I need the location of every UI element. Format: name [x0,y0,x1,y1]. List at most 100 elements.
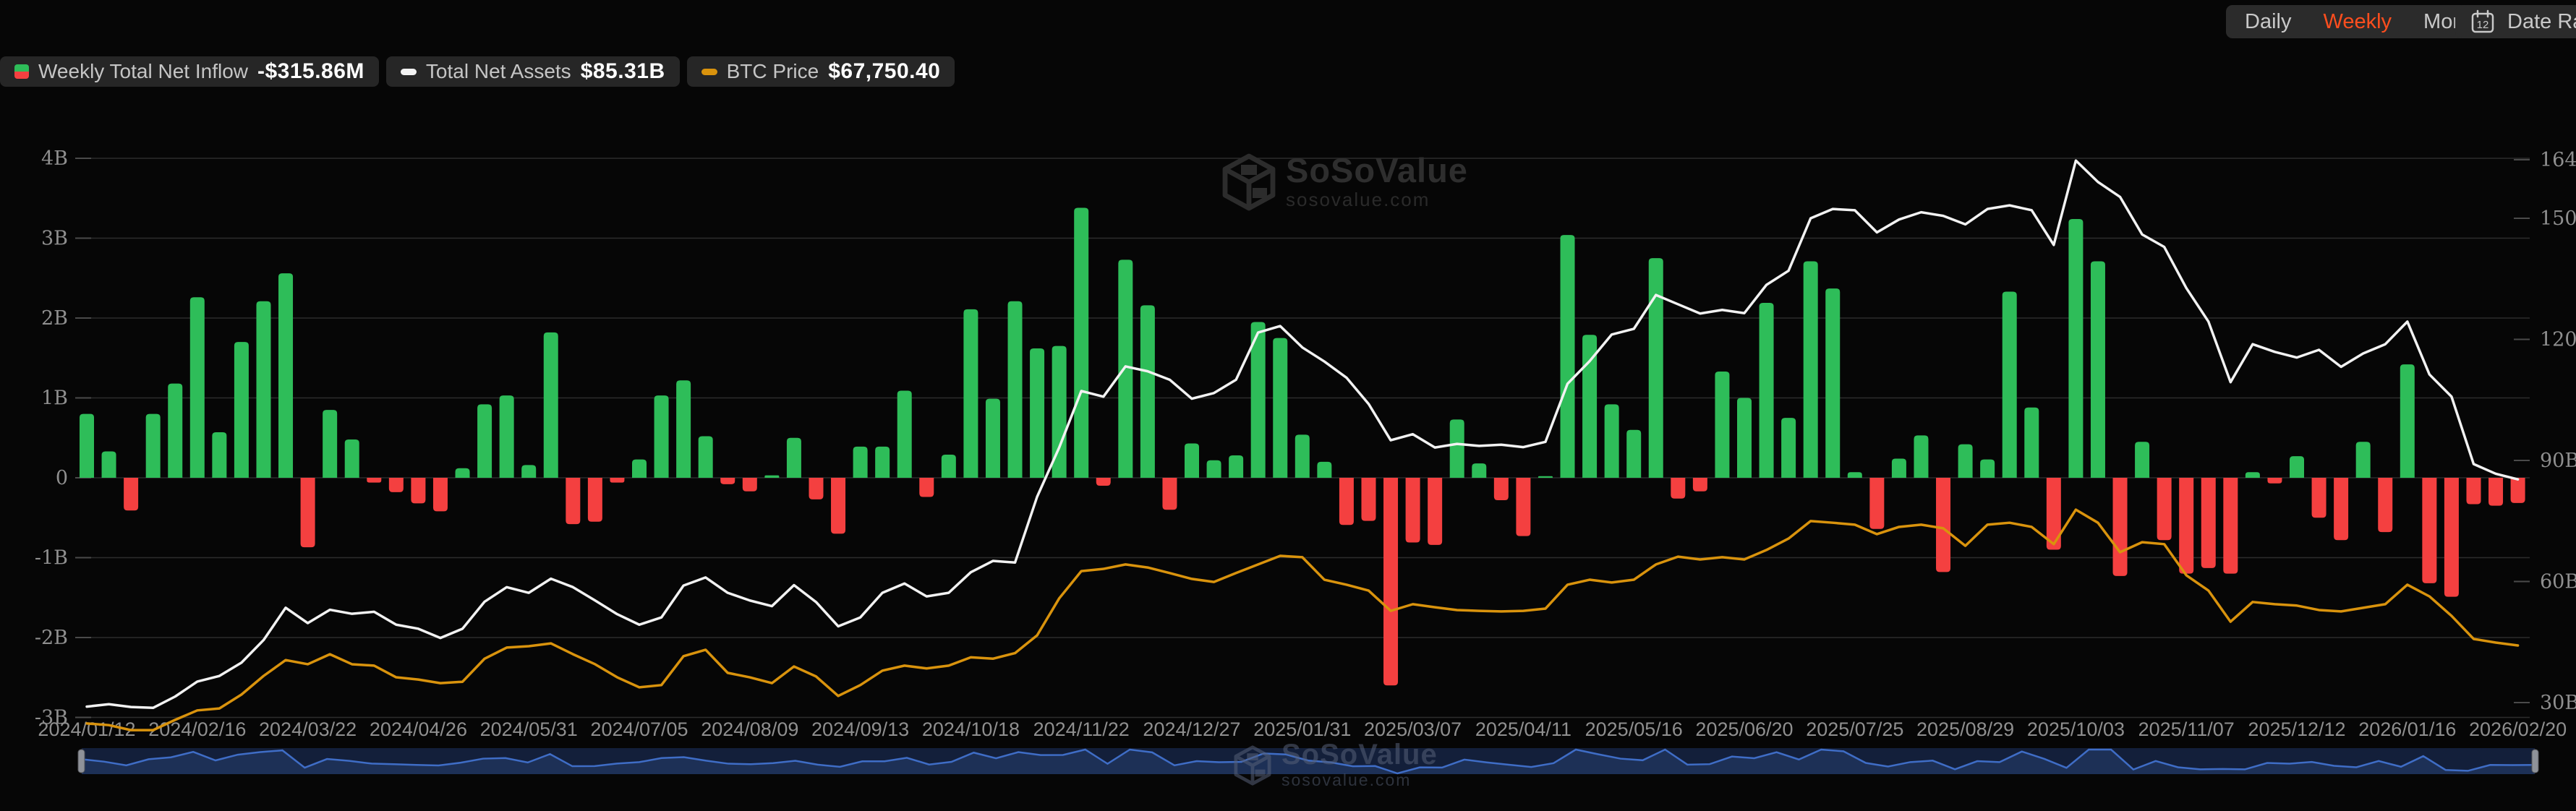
inflow-bar[interactable] [1162,478,1177,510]
inflow-bar[interactable] [1980,460,1995,478]
inflow-bar[interactable] [1207,460,1221,478]
inflow-bar[interactable] [942,455,956,478]
inflow-bar[interactable] [1825,288,1840,478]
inflow-bar[interactable] [278,273,293,478]
inflow-bar[interactable] [986,399,1000,478]
inflow-bar[interactable] [1693,478,1707,492]
inflow-bar[interactable] [1869,478,1884,529]
inflow-bar[interactable] [1760,303,1774,478]
inflow-bar[interactable] [897,391,912,478]
inflow-bar[interactable] [2400,364,2415,478]
inflow-bar[interactable] [1383,478,1398,685]
inflow-bar[interactable] [787,438,801,478]
inflow-bar[interactable] [2356,442,2371,478]
btc-price-line[interactable] [87,510,2518,730]
inflow-bar[interactable] [2135,442,2149,478]
inflow-bar[interactable] [566,478,580,524]
inflow-bar[interactable] [875,447,890,478]
inflow-bar[interactable] [411,478,425,503]
inflow-bar[interactable] [1273,338,1287,478]
combo-chart-canvas[interactable]: 4B3B2B1B0-1B-2B-3B164.51B150B120B90B60B3… [0,0,2576,811]
inflow-bar[interactable] [1561,235,1575,478]
inflow-bar[interactable] [2290,456,2304,478]
inflow-bar[interactable] [1096,478,1111,486]
inflow-bar[interactable] [190,297,205,478]
inflow-bar[interactable] [919,478,934,497]
inflow-bar[interactable] [1339,478,1354,525]
inflow-bar[interactable] [2024,408,2039,478]
inflow-bar[interactable] [367,478,381,483]
inflow-bar[interactable] [1626,430,1641,478]
inflow-bar[interactable] [2223,478,2238,574]
inflow-bar[interactable] [853,447,868,478]
inflow-bar[interactable] [1671,478,1685,499]
inflow-bar[interactable] [1781,418,1796,478]
inflow-bar[interactable] [456,468,470,478]
net-assets-line[interactable] [87,160,2518,708]
inflow-bar[interactable] [1229,455,1243,478]
inflow-bar[interactable] [2488,478,2503,506]
inflow-bar[interactable] [1958,445,1973,478]
navigator-right-handle[interactable] [2532,750,2538,773]
inflow-bar[interactable] [1516,478,1530,536]
inflow-bar[interactable] [1472,463,1486,478]
inflow-bar[interactable] [477,404,492,478]
inflow-bar[interactable] [345,439,359,478]
inflow-bar[interactable] [2422,478,2436,583]
inflow-bar[interactable] [146,414,161,478]
inflow-bar[interactable] [632,460,647,478]
inflow-bar[interactable] [2068,219,2083,478]
inflow-bar[interactable] [1494,478,1509,500]
inflow-bar[interactable] [2201,478,2216,568]
inflow-bar[interactable] [2246,472,2260,478]
inflow-bar[interactable] [124,478,138,510]
inflow-bar[interactable] [500,395,514,478]
inflow-bar[interactable] [1074,208,1088,478]
inflow-bar[interactable] [168,384,182,478]
inflow-bar[interactable] [389,478,404,492]
inflow-bar[interactable] [2334,478,2348,540]
inflow-bar[interactable] [2179,478,2193,574]
inflow-bar[interactable] [2003,292,2017,478]
inflow-bar[interactable] [610,478,624,483]
inflow-bar[interactable] [1892,458,1906,478]
inflow-bar[interactable] [2113,478,2128,576]
inflow-bar[interactable] [2312,478,2326,518]
inflow-bar[interactable] [256,301,270,478]
inflow-bar[interactable] [544,332,558,478]
inflow-bar[interactable] [1030,348,1044,478]
inflow-bar[interactable] [720,478,735,484]
inflow-bar[interactable] [699,437,713,478]
inflow-bar[interactable] [1361,478,1376,521]
inflow-bar[interactable] [1140,305,1155,478]
inflow-bar[interactable] [1406,478,1420,543]
inflow-bar[interactable] [743,478,757,492]
inflow-bar[interactable] [433,478,448,511]
inflow-bar[interactable] [1715,372,1729,478]
inflow-bar[interactable] [301,478,315,547]
inflow-bar[interactable] [1317,462,1331,478]
inflow-bar[interactable] [2267,478,2282,484]
inflow-bar[interactable] [963,309,978,478]
inflow-bar[interactable] [521,465,536,478]
inflow-bar[interactable] [1605,404,1619,478]
inflow-bar[interactable] [1936,478,1950,572]
inflow-bar[interactable] [102,452,116,478]
inflow-bar[interactable] [1185,443,1199,478]
inflow-bar[interactable] [323,410,337,478]
inflow-bar[interactable] [1008,301,1023,478]
inflow-bar[interactable] [2157,478,2172,540]
inflow-bar[interactable] [2466,478,2481,504]
inflow-bar[interactable] [809,478,823,499]
inflow-bar[interactable] [764,476,779,478]
inflow-bar[interactable] [1450,419,1464,478]
inflow-bar[interactable] [1649,258,1663,478]
inflow-bar[interactable] [234,342,249,478]
navigator-left-handle[interactable] [78,750,85,773]
inflow-bar[interactable] [212,432,226,478]
inflow-bar[interactable] [2511,478,2525,503]
inflow-bar[interactable] [2091,262,2105,478]
inflow-bar[interactable] [80,414,94,478]
inflow-bar[interactable] [2444,478,2459,597]
inflow-bar[interactable] [676,380,691,478]
